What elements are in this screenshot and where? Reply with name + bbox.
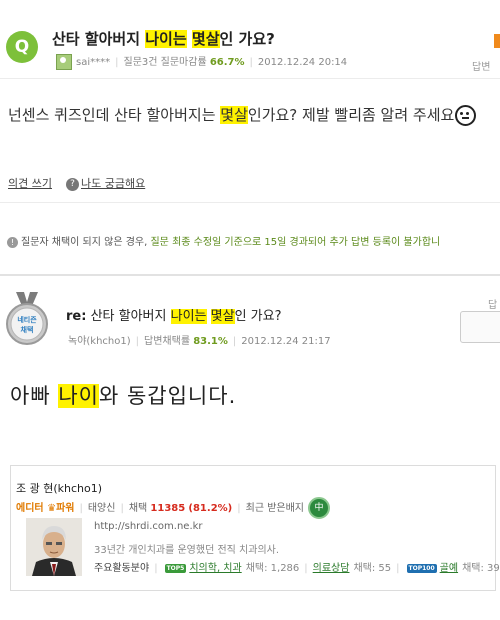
question-body-text: 넌센스 퀴즈인데 산타 할아버지는 <box>8 106 221 124</box>
question-body-highlight: 몇살 <box>220 106 248 124</box>
notice-text-highlight: 질문 최종 수정일 기준으로 15일 경과되어 추가 답변 등록이 불가합니 <box>150 237 441 248</box>
profile-url-link[interactable]: http://shrdi.com.ne.kr <box>94 521 203 532</box>
level-editor: 에디터 <box>16 503 48 514</box>
answer-meta: 녹야(khcho1) | 답변채택률 83.1% | 2012.12.24 21:17 <box>68 336 331 347</box>
answer-body: 아빠 나이와 동갑입니다. <box>10 380 236 410</box>
crown-icon: ♛ <box>47 503 57 514</box>
side-button[interactable] <box>460 311 500 343</box>
question-badge-icon: Q <box>6 31 38 63</box>
answer-button[interactable]: 답변 <box>472 58 490 73</box>
medal-line-2: 채택 <box>21 325 34 334</box>
field-link[interactable]: 의료상담 <box>313 563 350 574</box>
field-link[interactable]: 골예 <box>440 563 458 574</box>
profile-description: 33년간 개인치과를 운영했던 전직 치과의사. <box>94 545 280 556</box>
badge-label: 최근 받은배지 <box>245 503 305 514</box>
netizen-adopted-medal-icon: 네티즌 채택 <box>6 292 48 345</box>
question-meta: sai**** | 질문3건 질문마감률 66.7% | 2012.12.24 20:1… <box>56 53 347 70</box>
answer-title: re: 산타 할아버지 나이는 몇살인 가요? <box>66 305 281 324</box>
question-title-highlight: 나이는 <box>145 30 187 48</box>
adopt-label: 채택 <box>128 503 151 514</box>
main-activity-fields: 주요활동분야 | TOP5 치의학, 치과 채택: 1,286 | 의료상담 채택: 55 | T… <box>94 563 500 574</box>
answer-body-text: 아빠 <box>10 384 59 408</box>
adopt-rate-label: 답변채택률 <box>144 336 194 347</box>
notice-message: ! 질문자 채택이 되지 않은 경우, 질문 최종 수정일 기준으로 15일 경과… <box>7 233 440 248</box>
answer-title-suffix: 인 가요? <box>234 309 282 324</box>
profile-nickname: 태양신 <box>87 503 116 514</box>
close-rate: 66.7% <box>209 57 245 68</box>
sweat-emoji-icon <box>455 105 477 126</box>
info-icon: ! <box>7 236 18 248</box>
recent-badge-icon[interactable]: 中 <box>308 497 331 519</box>
answer-title-prefix: re: <box>66 309 87 324</box>
medal-line-1: 네티즌 <box>17 315 37 324</box>
question-mark-icon: ? <box>65 177 79 191</box>
notice-text: 질문자 채택이 되지 않은 경우, <box>21 237 151 248</box>
adopt-count: 11385 <box>150 503 186 514</box>
top-badge-icon: TOP5 <box>164 563 187 573</box>
user-icon <box>56 54 72 70</box>
field-link[interactable]: 치의학, 치과 <box>189 563 241 574</box>
avatar <box>26 518 82 576</box>
question-author[interactable]: sai**** <box>76 57 110 68</box>
top-badge-icon: TOP100 <box>406 563 437 573</box>
answer-side-label: 답 <box>488 300 498 311</box>
answer-body-highlight: 나이 <box>58 384 99 408</box>
profile-stats: 에디터 ♛파워 | 태양신 | 채택 11385 (81.2%) | 최근 받은배지 中 <box>16 497 331 519</box>
side-marker <box>494 34 500 48</box>
field-count: 채택: 39 <box>462 563 500 574</box>
question-body-suffix: 인가요? 제발 빨리좀 알려 주세요 <box>247 106 455 124</box>
field-count: 채택: 1,286 <box>245 563 300 574</box>
adopt-rate: 83.1% <box>193 336 228 347</box>
field-count: 채택: 55 <box>353 563 392 574</box>
fields-label: 주요활동분야 <box>94 563 150 574</box>
question-title-highlight: 몇살 <box>191 30 220 48</box>
question-date: 2012.12.24 20:14 <box>257 57 348 68</box>
answer-author[interactable]: 녹야(khcho1) <box>68 336 131 347</box>
level-power: 파워 <box>56 503 75 514</box>
answer-date: 2012.12.24 21:17 <box>241 336 331 347</box>
question-body: 넌센스 퀴즈인데 산타 할아버지는 몇살인가요? 제발 빨리좀 알려 주세요 <box>8 104 477 126</box>
profile-name[interactable]: 조 광 현(khcho1) <box>16 480 102 496</box>
divider <box>0 202 500 203</box>
question-title-suffix: 인 가요? <box>219 30 275 48</box>
answer-title-highlight: 나이는 <box>170 309 207 324</box>
section-divider <box>0 274 500 276</box>
question-title: 산타 할아버지 나이는 몇살인 가요? <box>52 28 275 49</box>
question-actions: 의견 쓰기? 나도 궁금해요 <box>8 175 145 191</box>
answer-title-highlight: 몇살 <box>210 309 235 324</box>
me-too-curious-link[interactable]: 나도 궁금해요 <box>81 177 145 190</box>
adopt-pct: (81.2%) <box>188 503 233 514</box>
answer-title-text: 산타 할아버지 <box>86 309 171 324</box>
question-stats: 질문3건 질문마감률 <box>123 57 210 68</box>
question-title-text: 산타 할아버지 <box>52 30 146 48</box>
answer-body-suffix: 와 동갑입니다. <box>98 384 237 408</box>
write-opinion-link[interactable]: 의견 쓰기 <box>8 177 52 190</box>
